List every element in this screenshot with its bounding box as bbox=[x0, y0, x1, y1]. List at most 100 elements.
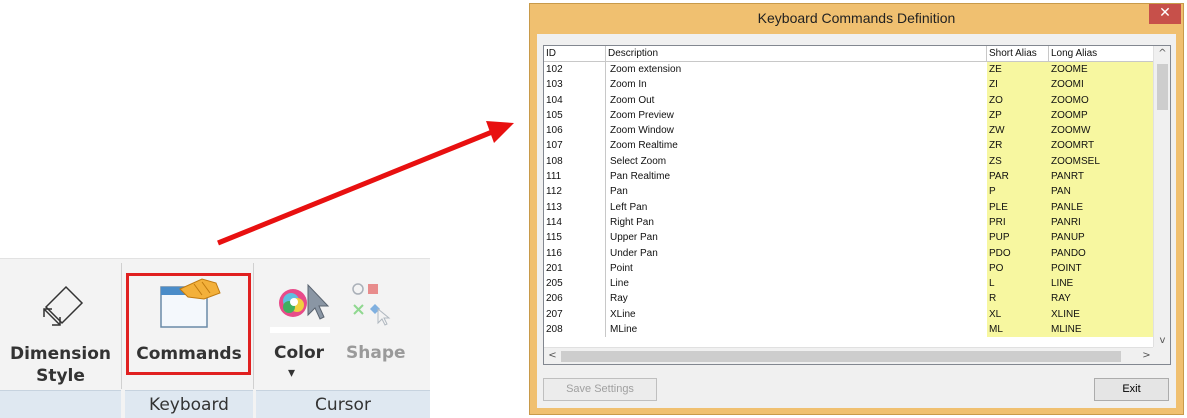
cell-short-alias[interactable]: PUP bbox=[987, 230, 1049, 246]
cell-short-alias[interactable]: ZP bbox=[987, 107, 1049, 124]
cell-short-alias[interactable]: PRI bbox=[987, 214, 1049, 231]
cell-id[interactable]: 111 bbox=[544, 169, 606, 185]
vertical-scroll-thumb[interactable] bbox=[1157, 64, 1168, 110]
cell-short-alias[interactable]: PO bbox=[987, 260, 1049, 277]
cell-long-alias[interactable]: LINE bbox=[1049, 276, 1163, 292]
cell-short-alias[interactable]: PAR bbox=[987, 169, 1049, 185]
cell-short-alias[interactable]: ZR bbox=[987, 138, 1049, 154]
column-header-id[interactable]: ID bbox=[544, 46, 606, 62]
cell-id[interactable]: 205 bbox=[544, 276, 606, 292]
color-button[interactable]: Color ▾ bbox=[270, 269, 336, 387]
cell-id[interactable]: 206 bbox=[544, 291, 606, 307]
cell-long-alias[interactable]: ZOOMI bbox=[1049, 77, 1163, 93]
table-row[interactable]: 206 Ray R RAY bbox=[544, 291, 1164, 307]
cell-long-alias[interactable]: ZOOME bbox=[1049, 62, 1163, 78]
cell-id[interactable]: 116 bbox=[544, 245, 606, 261]
cell-description[interactable]: Select Zoom bbox=[606, 154, 987, 169]
cell-id[interactable]: 201 bbox=[544, 260, 606, 277]
cell-short-alias[interactable]: P bbox=[987, 184, 1049, 200]
cell-description[interactable]: Pan Realtime bbox=[606, 169, 987, 184]
table-row[interactable]: 112 Pan P PAN bbox=[544, 184, 1164, 200]
cell-long-alias[interactable]: ZOOMSEL bbox=[1049, 153, 1163, 170]
cell-description[interactable]: Right Pan bbox=[606, 215, 987, 230]
table-row[interactable]: 105 Zoom Preview ZP ZOOMP bbox=[544, 107, 1164, 124]
table-row[interactable]: 116 Under Pan PDO PANDO bbox=[544, 245, 1164, 261]
cell-description[interactable]: Pan bbox=[606, 184, 987, 199]
cell-description[interactable]: Left Pan bbox=[606, 200, 987, 215]
scroll-up-icon[interactable]: ^ bbox=[1154, 46, 1170, 62]
cell-description[interactable]: Ray bbox=[606, 291, 987, 306]
cell-id[interactable]: 208 bbox=[544, 322, 606, 338]
column-header-description[interactable]: Description bbox=[606, 46, 987, 62]
cell-description[interactable]: Zoom Preview bbox=[606, 108, 987, 123]
table-row[interactable]: 102 Zoom extension ZE ZOOME bbox=[544, 62, 1164, 78]
vertical-scrollbar[interactable]: ^ v bbox=[1153, 46, 1170, 349]
table-row[interactable]: 208 MLine ML MLINE bbox=[544, 322, 1164, 338]
cell-long-alias[interactable]: PANUP bbox=[1049, 230, 1163, 246]
cell-short-alias[interactable]: ZI bbox=[987, 77, 1049, 93]
cell-long-alias[interactable]: MLINE bbox=[1049, 322, 1163, 338]
cell-id[interactable]: 105 bbox=[544, 107, 606, 124]
table-row[interactable]: 107 Zoom Realtime ZR ZOOMRT bbox=[544, 138, 1164, 154]
table-row[interactable]: 205 Line L LINE bbox=[544, 276, 1164, 292]
cell-id[interactable]: 106 bbox=[544, 123, 606, 139]
cell-short-alias[interactable]: PDO bbox=[987, 245, 1049, 261]
cell-short-alias[interactable]: PLE bbox=[987, 199, 1049, 215]
cell-short-alias[interactable]: L bbox=[987, 276, 1049, 292]
cell-description[interactable]: Zoom Out bbox=[606, 93, 987, 108]
cell-id[interactable]: 113 bbox=[544, 199, 606, 215]
cell-id[interactable]: 114 bbox=[544, 214, 606, 231]
cell-id[interactable]: 115 bbox=[544, 230, 606, 246]
table-row[interactable]: 201 Point PO POINT bbox=[544, 260, 1164, 277]
column-header-long-alias[interactable]: Long Alias bbox=[1049, 46, 1163, 62]
cell-id[interactable]: 103 bbox=[544, 77, 606, 93]
cell-description[interactable]: MLine bbox=[606, 322, 987, 337]
table-row[interactable]: 114 Right Pan PRI PANRI bbox=[544, 214, 1164, 231]
cell-long-alias[interactable]: PAN bbox=[1049, 184, 1163, 200]
cell-description[interactable]: Zoom In bbox=[606, 77, 987, 92]
cell-short-alias[interactable]: ZW bbox=[987, 123, 1049, 139]
cell-description[interactable]: Upper Pan bbox=[606, 230, 987, 245]
table-row[interactable]: 103 Zoom In ZI ZOOMI bbox=[544, 77, 1164, 93]
cell-short-alias[interactable]: ZS bbox=[987, 153, 1049, 170]
cell-short-alias[interactable]: ZO bbox=[987, 92, 1049, 108]
cell-long-alias[interactable]: XLINE bbox=[1049, 306, 1163, 323]
table-row[interactable]: 111 Pan Realtime PAR PANRT bbox=[544, 169, 1164, 185]
save-settings-button[interactable]: Save Settings bbox=[543, 378, 657, 401]
table-row[interactable]: 207 XLine XL XLINE bbox=[544, 306, 1164, 323]
cell-long-alias[interactable]: PANRI bbox=[1049, 214, 1163, 231]
cell-long-alias[interactable]: PANLE bbox=[1049, 199, 1163, 215]
cell-id[interactable]: 102 bbox=[544, 62, 606, 78]
cell-description[interactable]: Under Pan bbox=[606, 246, 987, 261]
cell-long-alias[interactable]: RAY bbox=[1049, 291, 1163, 307]
cell-description[interactable]: XLine bbox=[606, 307, 987, 322]
color-dropdown-icon[interactable]: ▾ bbox=[288, 365, 295, 381]
cell-long-alias[interactable]: ZOOMRT bbox=[1049, 138, 1163, 154]
table-row[interactable]: 106 Zoom Window ZW ZOOMW bbox=[544, 123, 1164, 139]
cell-long-alias[interactable]: ZOOMW bbox=[1049, 123, 1163, 139]
table-row[interactable]: 113 Left Pan PLE PANLE bbox=[544, 199, 1164, 215]
cell-description[interactable]: Zoom Window bbox=[606, 123, 987, 138]
horizontal-scrollbar[interactable]: < > bbox=[544, 347, 1155, 364]
table-row[interactable]: 115 Upper Pan PUP PANUP bbox=[544, 230, 1164, 246]
cell-description[interactable]: Zoom Realtime bbox=[606, 138, 987, 153]
cell-long-alias[interactable]: POINT bbox=[1049, 260, 1163, 277]
cell-short-alias[interactable]: ZE bbox=[987, 62, 1049, 78]
cell-long-alias[interactable]: ZOOMP bbox=[1049, 107, 1163, 124]
horizontal-scroll-thumb[interactable] bbox=[561, 351, 1121, 362]
shape-button[interactable]: Shape bbox=[340, 269, 410, 363]
cell-description[interactable]: Point bbox=[606, 261, 987, 276]
exit-button[interactable]: Exit bbox=[1094, 378, 1169, 401]
table-row[interactable]: 108 Select Zoom ZS ZOOMSEL bbox=[544, 153, 1164, 170]
cell-long-alias[interactable]: PANDO bbox=[1049, 245, 1163, 261]
scroll-left-icon[interactable]: < bbox=[544, 348, 561, 364]
cell-id[interactable]: 104 bbox=[544, 92, 606, 108]
cell-id[interactable]: 207 bbox=[544, 306, 606, 323]
cell-description[interactable]: Zoom extension bbox=[606, 62, 987, 77]
cell-short-alias[interactable]: ML bbox=[987, 322, 1049, 338]
cell-id[interactable]: 107 bbox=[544, 138, 606, 154]
cell-id[interactable]: 112 bbox=[544, 184, 606, 200]
close-button[interactable]: ✕ bbox=[1149, 4, 1181, 24]
cell-short-alias[interactable]: R bbox=[987, 291, 1049, 307]
cell-short-alias[interactable]: XL bbox=[987, 306, 1049, 323]
